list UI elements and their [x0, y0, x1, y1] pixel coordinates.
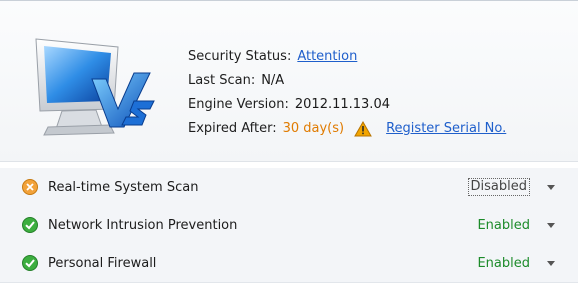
feature-row-network-intrusion: Network Intrusion Prevention Enabled: [0, 206, 578, 245]
feature-state-dropdown[interactable]: Enabled: [477, 218, 530, 233]
dropdown-caret-icon[interactable]: [546, 258, 556, 268]
feature-state-dropdown[interactable]: Disabled: [467, 178, 530, 196]
last-scan-value: N/A: [261, 73, 285, 88]
engine-version-row: Engine Version: 2012.11.13.04: [188, 93, 506, 117]
expired-label: Expired After:: [188, 121, 277, 136]
security-center-panel: Security Status: Attention Last Scan: N/…: [0, 0, 578, 283]
security-status-link[interactable]: Attention: [297, 45, 357, 69]
monitor-v-logo-icon: [35, 38, 155, 136]
check-circle-icon: [22, 217, 38, 233]
engine-version-label: Engine Version:: [188, 97, 289, 112]
dropdown-caret-icon[interactable]: [546, 182, 556, 192]
check-circle-icon: [22, 255, 38, 271]
security-status-label: Security Status:: [188, 49, 292, 64]
dropdown-caret-icon[interactable]: [546, 220, 556, 230]
expired-value: 30 day(s): [282, 121, 345, 136]
security-status-row: Security Status: Attention: [188, 45, 506, 69]
status-header: Security Status: Attention Last Scan: N/…: [0, 0, 578, 162]
status-info: Security Status: Attention Last Scan: N/…: [188, 45, 506, 141]
warning-triangle-icon: [354, 121, 372, 137]
feature-row-realtime-scan: Real-time System Scan Disabled: [0, 168, 578, 207]
last-scan-row: Last Scan: N/A: [188, 69, 506, 93]
expired-row: Expired After: 30 day(s) Register Serial…: [188, 117, 506, 141]
feature-row-personal-firewall: Personal Firewall Enabled: [0, 244, 578, 283]
engine-version-value: 2012.11.13.04: [294, 97, 390, 112]
last-scan-label: Last Scan:: [188, 73, 256, 88]
warning-circle-icon: [22, 179, 38, 195]
feature-state-dropdown[interactable]: Enabled: [477, 256, 530, 271]
register-serial-link[interactable]: Register Serial No.: [386, 117, 506, 141]
